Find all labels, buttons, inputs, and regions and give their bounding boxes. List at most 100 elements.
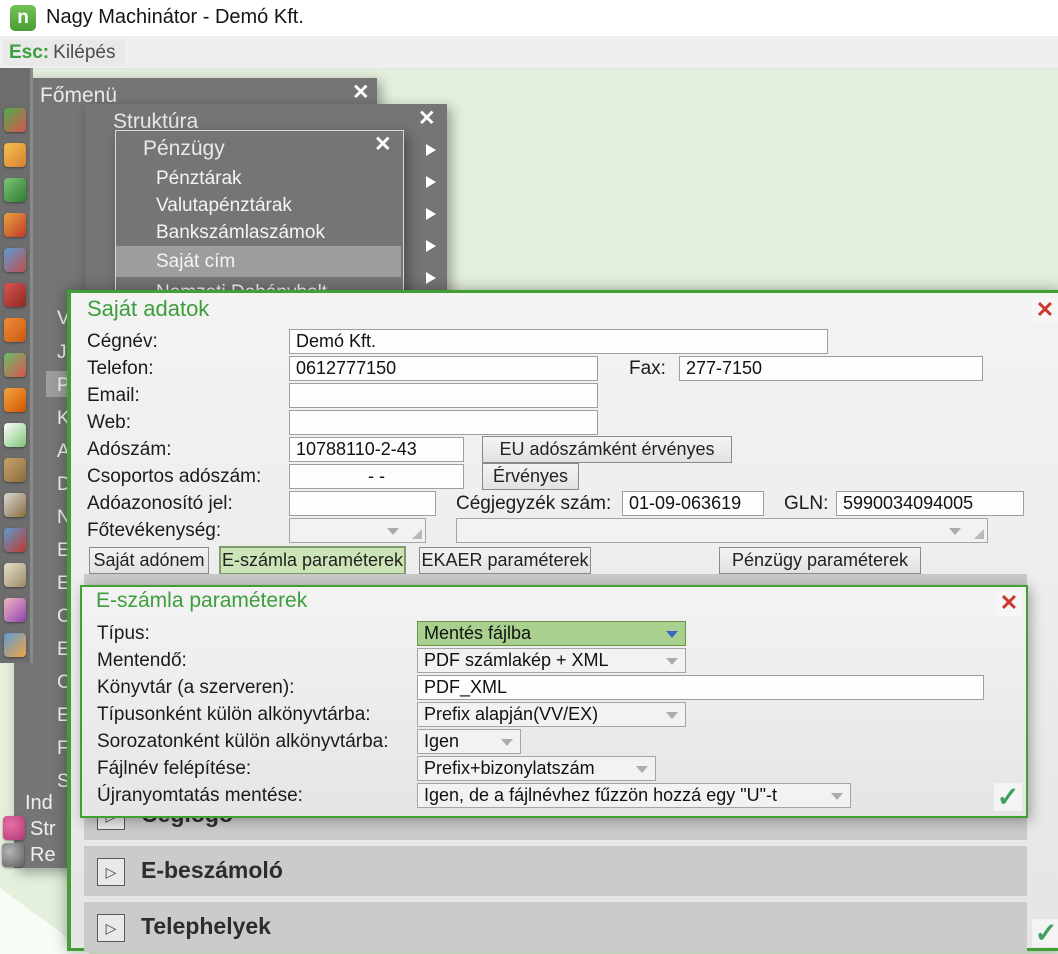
box-icon[interactable] xyxy=(4,283,26,307)
select-value: PDF számlakép + XML xyxy=(424,650,609,670)
ervenyes-button[interactable]: Érvényes xyxy=(482,463,579,490)
eszamla-ok-check-icon[interactable]: ✓ xyxy=(994,782,1022,812)
fajlnev-label: Fájlnév felépítése: xyxy=(97,758,252,779)
eu-adoszam-button[interactable]: EU adószámként érvényes xyxy=(482,436,732,463)
menu-item-label: Saját cím xyxy=(156,250,236,272)
tipus-label: Típus: xyxy=(97,623,150,644)
gln-input[interactable]: 5990034094005 xyxy=(836,491,1024,516)
tipus-select[interactable]: Mentés fájlba xyxy=(417,621,686,646)
ujranyomtatas-label: Újranyomtatás mentése: xyxy=(97,785,303,806)
flask-icon[interactable] xyxy=(4,388,26,412)
telefon-input[interactable]: 0612777150 xyxy=(289,356,598,381)
ekaer-parameterek-button[interactable]: EKAER paraméterek xyxy=(419,547,591,574)
select-value: Igen xyxy=(424,731,460,751)
web-input[interactable] xyxy=(289,410,598,435)
app-root: n Nagy Machinátor - Demó Kft. Esc: Kilép… xyxy=(0,0,1058,954)
sajat-adatok-close-icon[interactable]: ✕ xyxy=(1032,297,1058,323)
chevron-down-icon xyxy=(666,712,678,719)
penzugy-parameterek-button[interactable]: Pénzügy paraméterek xyxy=(719,547,921,574)
menu-item-valutapenztarak[interactable]: Valutapénztárak xyxy=(116,192,401,219)
adoszam-label: Adószám: xyxy=(87,439,172,460)
fax-label: Fax: xyxy=(629,358,666,379)
sorozatonkent-label: Sorozatonként külön alkönyvtárba: xyxy=(97,731,389,752)
coins-icon[interactable] xyxy=(4,213,26,237)
submenu-arrow-icon xyxy=(426,176,436,188)
fomenu-close-icon[interactable]: ✕ xyxy=(352,82,370,103)
menu-item-bankszamlaszamok[interactable]: Bankszámlaszámok xyxy=(116,219,401,246)
sajat-adatok-ok-check-icon[interactable]: ✓ xyxy=(1032,918,1058,948)
fajlnev-select[interactable]: Prefix+bizonylatszám xyxy=(417,756,656,781)
eszamla-parameterek-button[interactable]: E-számla paraméterek xyxy=(219,546,406,575)
submenu-arrow-icon xyxy=(426,208,436,220)
cegnev-input[interactable]: Demó Kft. xyxy=(289,329,828,354)
cegjegyzek-input[interactable]: 01-09-063619 xyxy=(622,491,764,516)
people-icon[interactable] xyxy=(4,598,26,622)
select-value: Igen, de a fájlnévhez fűzzön hozzá egy "… xyxy=(424,785,777,805)
accordion-ebeszamolo[interactable]: ▷ E-beszámoló xyxy=(84,846,1027,896)
blocks-icon[interactable] xyxy=(4,248,26,272)
tipusonkent-select[interactable]: Prefix alapján(VV/EX) xyxy=(417,702,686,727)
mentendo-select[interactable]: PDF számlakép + XML xyxy=(417,648,686,673)
accordion-telephelyek[interactable]: ▷ Telephelyek xyxy=(84,902,1027,952)
cart-icon[interactable] xyxy=(4,143,26,167)
adoszam-input[interactable]: 10788110-2-43 xyxy=(289,437,464,462)
furniture-icon[interactable] xyxy=(4,563,26,587)
document-icon[interactable] xyxy=(4,423,26,447)
csoportos-adoszam-input[interactable]: - - xyxy=(289,464,464,489)
fomenu-item-str[interactable]: Str xyxy=(30,818,56,841)
fotevekenyseg-code-select[interactable] xyxy=(289,518,426,543)
struktura-close-icon[interactable]: ✕ xyxy=(418,108,436,129)
menubar-item-kilepes[interactable]: Esc: Kilépés xyxy=(3,39,125,66)
menu-item-label: Pénztárak xyxy=(156,167,242,189)
banknotes-icon[interactable] xyxy=(4,178,26,202)
chevron-down-icon xyxy=(666,658,678,665)
gears-icon[interactable] xyxy=(2,843,24,867)
packages-icon[interactable] xyxy=(4,458,26,482)
expand-arrow-icon[interactable]: ▷ xyxy=(97,858,125,886)
accordion-label: E-beszámoló xyxy=(141,857,283,883)
chevron-down-icon xyxy=(666,631,678,638)
eszamla-close-icon[interactable]: ✕ xyxy=(996,590,1022,616)
chevron-down-icon xyxy=(387,528,399,535)
fax-input[interactable]: 277-7150 xyxy=(679,356,983,381)
resize-handle-icon[interactable] xyxy=(412,529,422,539)
email-input[interactable] xyxy=(289,383,598,408)
basket-icon[interactable] xyxy=(4,108,26,132)
fotevekenyseg-name-select[interactable] xyxy=(456,518,988,543)
bar-chart-icon[interactable] xyxy=(4,353,26,377)
submenu-arrow-icon xyxy=(426,144,436,156)
book-icon[interactable] xyxy=(4,318,26,342)
menu-item-penztarak[interactable]: Pénztárak xyxy=(116,165,401,192)
window-titlebar: n Nagy Machinátor - Demó Kft. xyxy=(0,0,1058,36)
house-icon[interactable] xyxy=(4,528,26,552)
select-value: Mentés fájlba xyxy=(424,623,532,643)
menu-fragment: J xyxy=(57,342,67,363)
menu-item-label: Valutapénztárak xyxy=(156,194,292,216)
sorozatonkent-select[interactable]: Igen xyxy=(417,729,521,754)
konyvtar-input[interactable]: PDF_XML xyxy=(417,675,984,700)
select-value: Prefix+bizonylatszám xyxy=(424,758,595,778)
chevron-down-icon xyxy=(636,766,648,773)
penzugy-close-icon[interactable]: ✕ xyxy=(374,134,392,155)
fotevekenyseg-label: Főtevékenység: xyxy=(87,520,222,541)
cash-register-icon[interactable] xyxy=(4,493,26,517)
mentendo-label: Mentendő: xyxy=(97,650,187,671)
fomenu-item-re[interactable]: Re xyxy=(30,844,56,867)
expand-arrow-icon[interactable]: ▷ xyxy=(97,914,125,942)
kilepes-label: Kilépés xyxy=(53,41,116,63)
toolbar-icon-strip xyxy=(0,68,33,663)
fomenu-item-ind[interactable]: Ind xyxy=(25,792,53,815)
menu-item-sajat-cim[interactable]: Saját cím xyxy=(116,246,401,277)
cube-icon[interactable] xyxy=(3,816,25,840)
submenu-arrow-icon xyxy=(426,272,436,284)
app-logo-icon: n xyxy=(10,5,36,31)
truck-icon[interactable] xyxy=(4,633,26,657)
cegnev-label: Cégnév: xyxy=(87,331,158,352)
telefon-label: Telefon: xyxy=(87,358,154,379)
resize-handle-icon[interactable] xyxy=(974,529,984,539)
accordion-label: Telephelyek xyxy=(141,913,271,939)
select-value: Prefix alapján(VV/EX) xyxy=(424,704,599,724)
adoazonosito-input[interactable] xyxy=(289,491,436,516)
sajat-adonem-button[interactable]: Saját adónem xyxy=(89,547,209,574)
ujranyomtatas-select[interactable]: Igen, de a fájlnévhez fűzzön hozzá egy "… xyxy=(417,783,851,808)
